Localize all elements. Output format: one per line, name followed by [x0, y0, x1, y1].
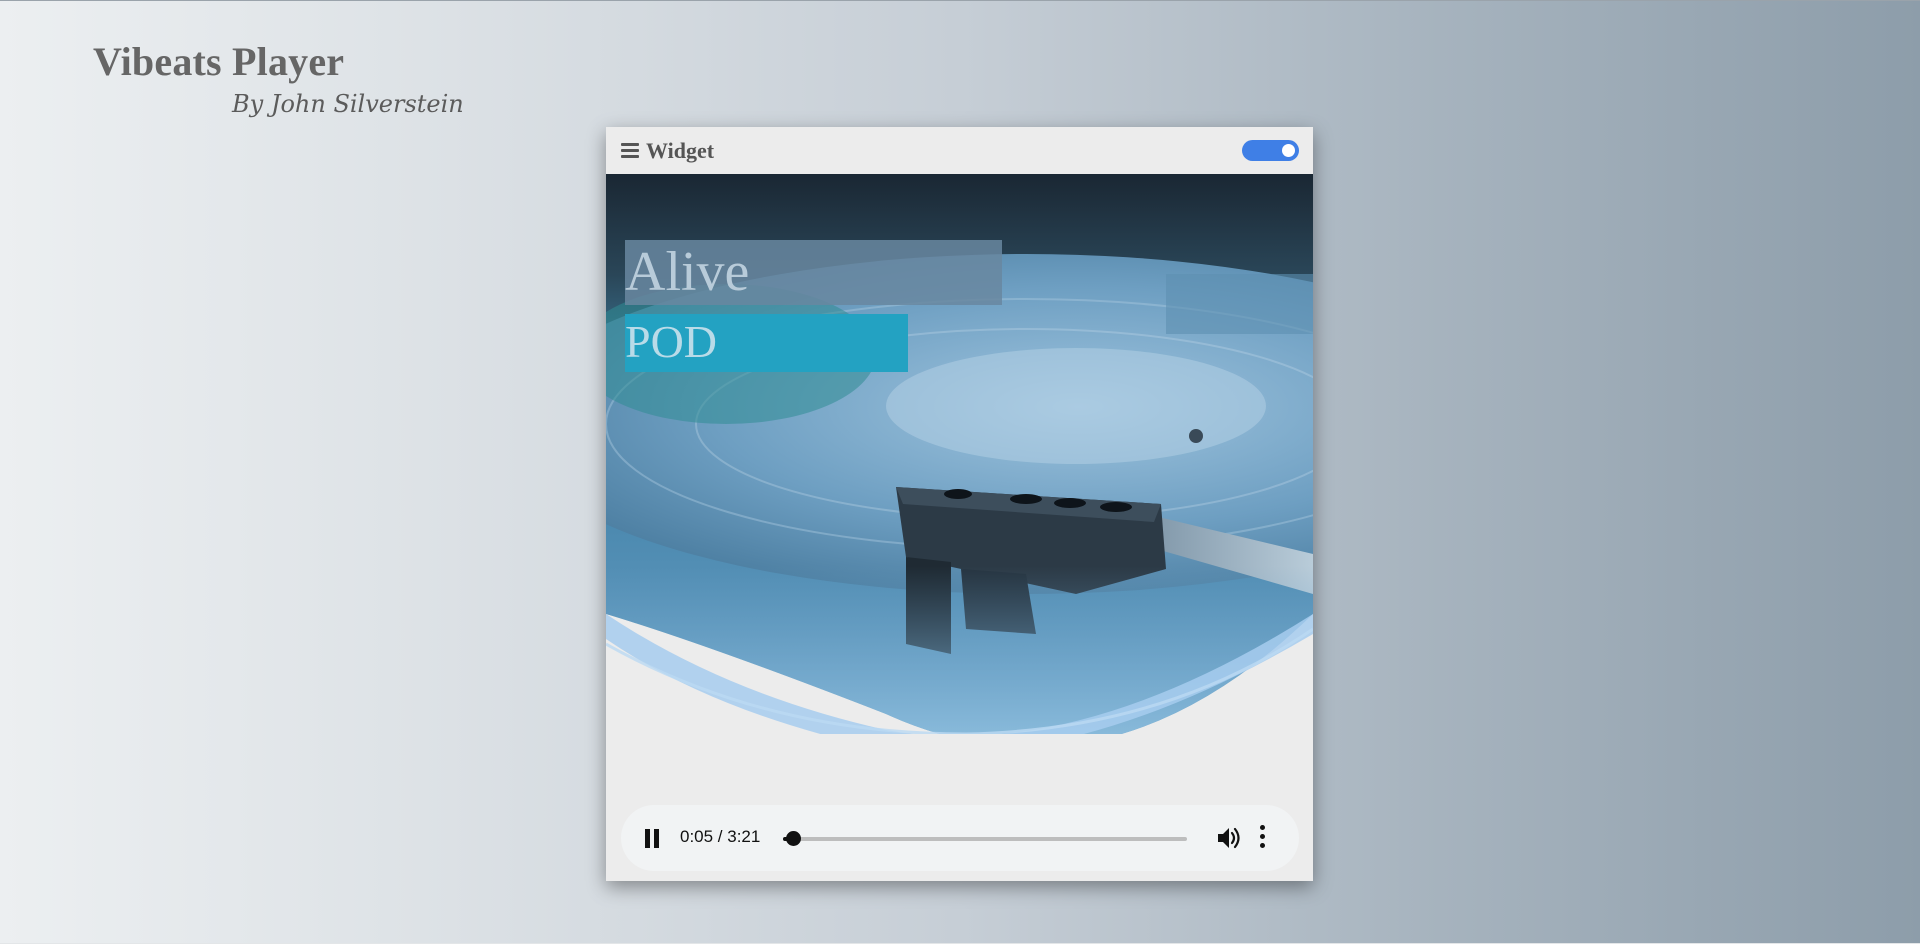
- widget-toggle[interactable]: [1242, 140, 1299, 161]
- pause-button[interactable]: [643, 829, 661, 849]
- artist-name: POD: [625, 316, 718, 367]
- toggle-knob: [1282, 144, 1295, 157]
- seek-slider[interactable]: [783, 828, 1187, 848]
- app-title: Vibeats Player: [93, 39, 345, 84]
- player-widget: Widget Alive POD 0:05 / 3:21: [606, 127, 1313, 881]
- seek-track: [783, 837, 1187, 841]
- more-vertical-icon[interactable]: [1258, 825, 1266, 851]
- seek-thumb[interactable]: [786, 831, 801, 846]
- album-artwork: Alive POD: [606, 174, 1313, 734]
- volume-button[interactable]: [1216, 826, 1242, 850]
- app-subtitle: By John Silverstein: [232, 90, 464, 118]
- pause-icon: [645, 829, 650, 848]
- song-title: Alive: [625, 241, 750, 303]
- hamburger-icon[interactable]: [621, 143, 639, 158]
- time-display: 0:05 / 3:21: [680, 827, 761, 846]
- volume-icon: [1218, 827, 1240, 849]
- widget-title: Widget: [646, 138, 715, 163]
- widget-header: Widget: [606, 127, 1313, 174]
- audio-controls: 0:05 / 3:21: [621, 805, 1299, 871]
- top-border: [0, 0, 1920, 1]
